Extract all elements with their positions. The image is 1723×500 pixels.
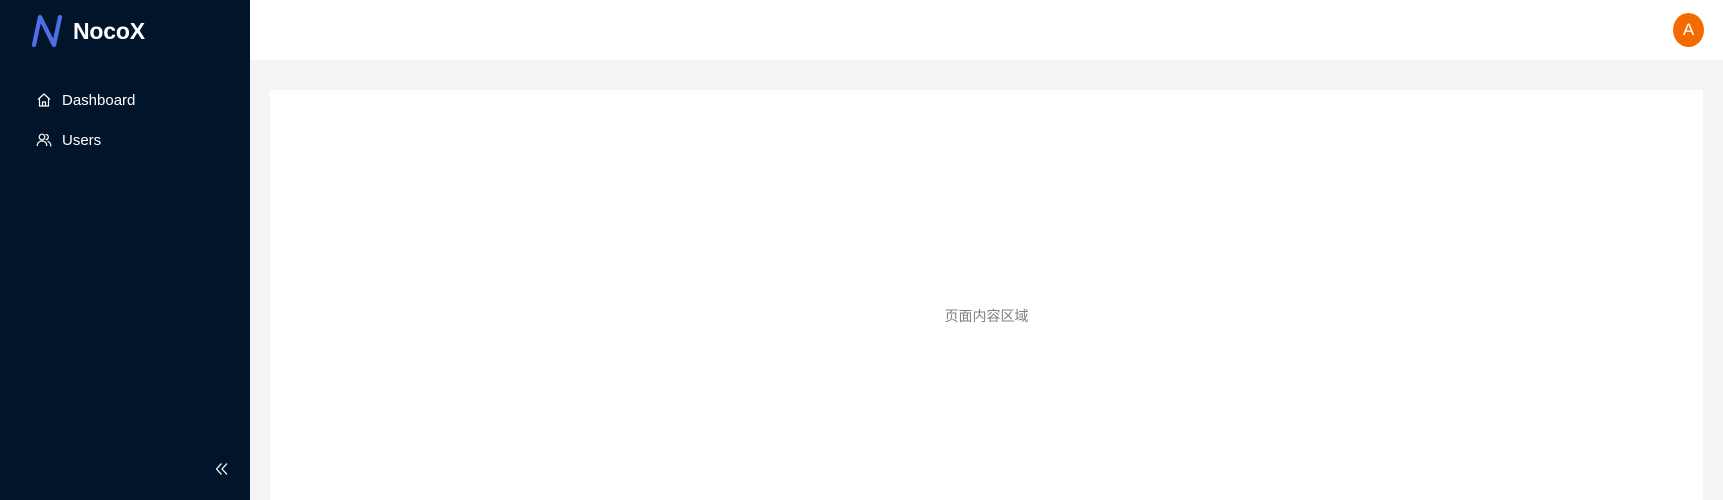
content-placeholder-text: 页面内容区域 xyxy=(944,308,1029,324)
sidebar-collapse-button[interactable] xyxy=(213,460,231,478)
double-chevron-left-icon xyxy=(215,463,228,475)
home-icon xyxy=(37,93,51,107)
users-icon xyxy=(36,133,52,147)
page-content-area: 页面内容区域 xyxy=(270,90,1703,500)
sidebar: NocoX Dashboard Users xyxy=(0,0,250,500)
brand-name: NocoX xyxy=(73,17,145,44)
top-header: A xyxy=(250,0,1723,60)
sidebar-item-label: Users xyxy=(62,131,102,149)
sidebar-item-label: Dashboard xyxy=(62,91,136,109)
sidebar-menu: Dashboard Users xyxy=(0,80,250,160)
sidebar-item-dashboard[interactable]: Dashboard xyxy=(0,80,250,120)
app-shell: NocoX Dashboard Users A 页面内容区域 xyxy=(0,0,1723,500)
nocox-logo-icon xyxy=(31,14,63,48)
brand[interactable]: NocoX xyxy=(30,14,145,48)
avatar[interactable]: A xyxy=(1673,13,1704,47)
sidebar-item-users[interactable]: Users xyxy=(0,120,250,160)
